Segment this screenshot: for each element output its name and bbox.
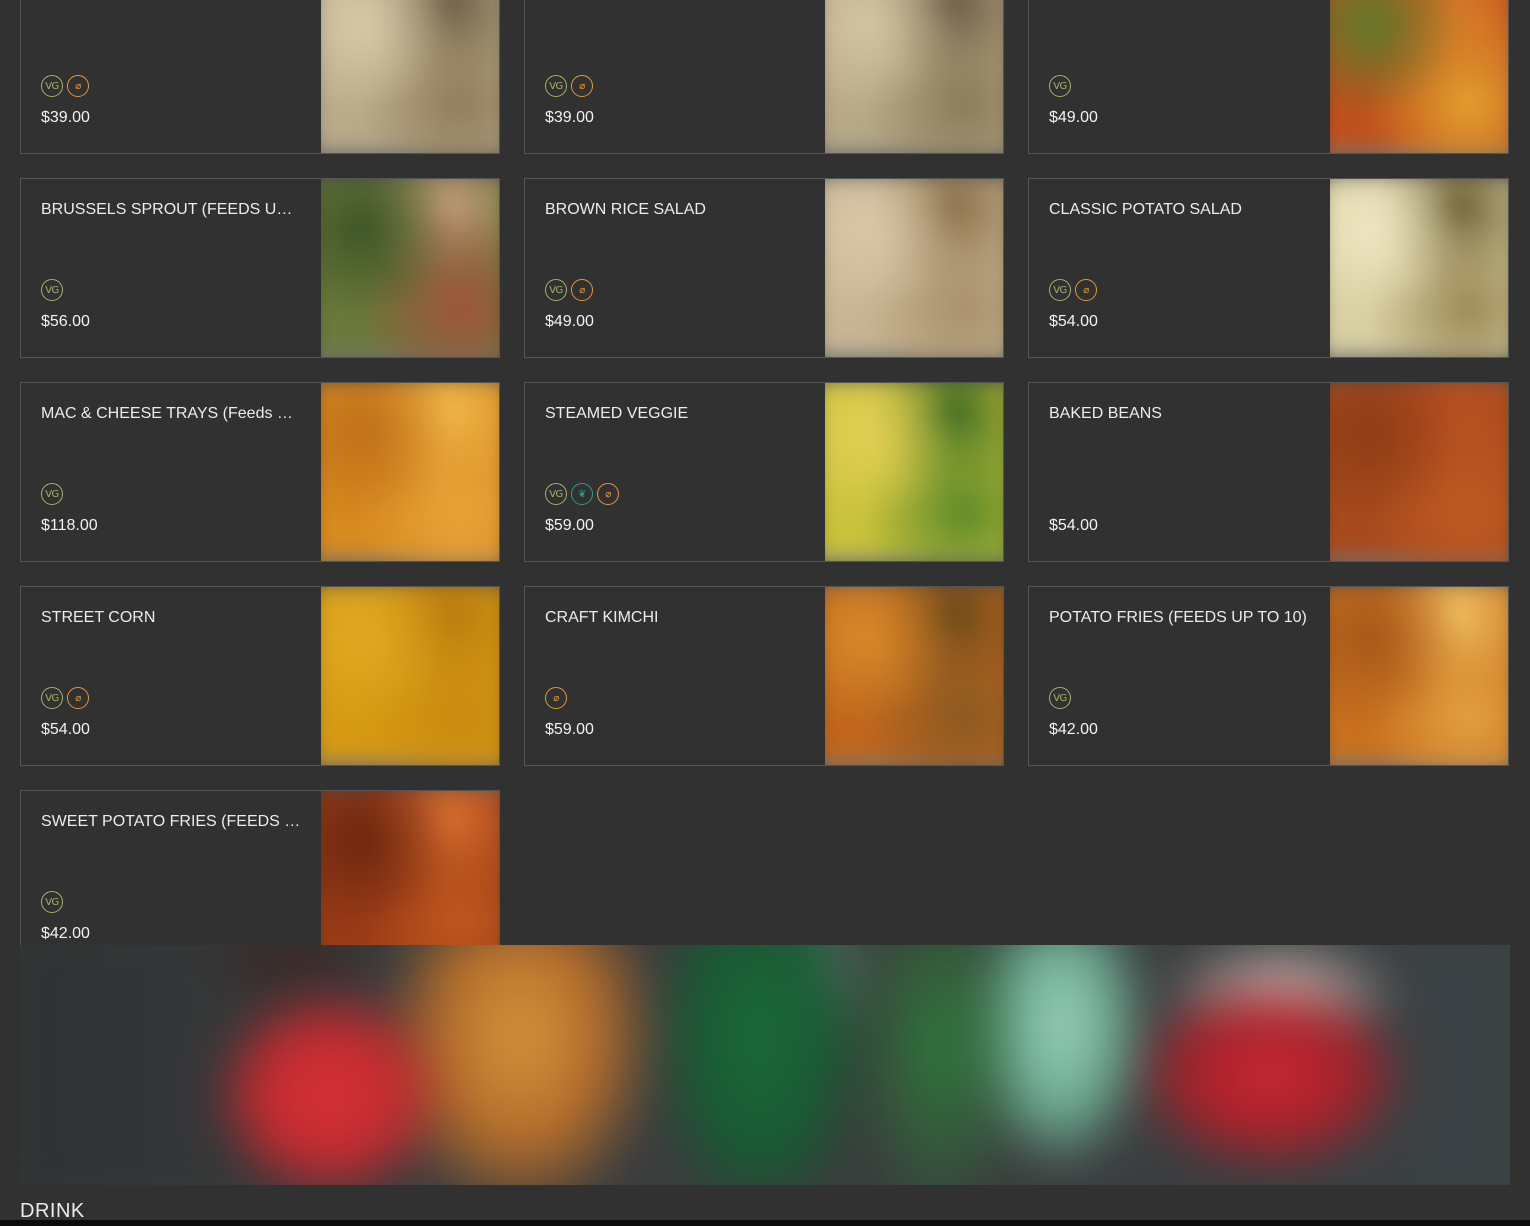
menu-item-name: MAC & CHEESE TRAYS (Feeds 9-10) [41, 405, 301, 422]
menu-item-name: CRAFT KIMCHI [545, 609, 659, 626]
menu-item-name: SWEET POTATO FRIES (FEEDS UP TO 10) [41, 813, 301, 830]
menu-item-name: STEAMED VEGGIE [545, 405, 689, 422]
vegetarian-icon: VG [1049, 75, 1071, 97]
vegetarian-icon: VG [41, 75, 63, 97]
gluten-free-icon: ⌀ [571, 75, 593, 97]
salad-photo [825, 0, 1003, 153]
menu-item-price: $59.00 [545, 721, 594, 738]
beans-photo [1330, 383, 1508, 561]
vegetarian-icon: VG [545, 75, 567, 97]
menu-item-price: $56.00 [41, 313, 90, 330]
gluten-free-icon: ⌀ [67, 687, 89, 709]
dietary-badges: VG ⌀ [545, 75, 593, 99]
menu-item-name: BRUSSELS SPROUT (FEEDS UP TO 10) [41, 201, 301, 218]
dietary-badges: VG [1049, 687, 1071, 711]
dietary-badges: VG [41, 483, 63, 507]
corn-photo [321, 587, 499, 765]
dietary-badges: VG ⌀ [1049, 279, 1097, 303]
dietary-badges: VG [41, 891, 63, 915]
fries-photo [1330, 587, 1508, 765]
menu-item-price: $42.00 [41, 925, 90, 942]
mac-cheese-photo [321, 383, 499, 561]
gluten-free-icon: ⌀ [67, 75, 89, 97]
gluten-free-icon: ⌀ [1075, 279, 1097, 301]
salad-photo [321, 0, 499, 153]
menu-item-card[interactable]: VG $49.00 [1028, 0, 1509, 154]
menu-item-card[interactable]: CRAFT KIMCHI ⌀ $59.00 [524, 586, 1004, 766]
vegetable-photo [1330, 0, 1508, 153]
menu-item-price: $49.00 [545, 313, 594, 330]
vegetarian-icon: VG [1049, 687, 1071, 709]
dietary-badges: VG ⌀ [41, 75, 89, 99]
menu-item-name: STREET CORN [41, 609, 156, 626]
vegetarian-icon: VG [41, 687, 63, 709]
menu-item-card[interactable]: BROWN RICE SALAD VG ⌀ $49.00 [524, 178, 1004, 358]
menu-item-price: $54.00 [1049, 517, 1098, 534]
dietary-badges: VG ❦ ⌀ [545, 483, 619, 507]
menu-item-card[interactable]: MAC & CHEESE TRAYS (Feeds 9-10) VG $118.00 [20, 382, 500, 562]
dietary-badges: ⌀ [545, 687, 567, 711]
menu-item-price: $54.00 [1049, 313, 1098, 330]
menu-item-card[interactable]: CLASSIC POTATO SALAD VG ⌀ $54.00 [1028, 178, 1509, 358]
menu-item-name: POTATO FRIES (FEEDS UP TO 10) [1049, 609, 1307, 626]
menu-item-name: CLASSIC POTATO SALAD [1049, 201, 1242, 218]
menu-item-name: BROWN RICE SALAD [545, 201, 706, 218]
menu-item-card[interactable]: BRUSSELS SPROUT (FEEDS UP TO 10) VG $56.00 [20, 178, 500, 358]
kimchi-photo [825, 587, 1003, 765]
potato-salad-photo [1330, 179, 1508, 357]
menu-item-card[interactable]: STREET CORN VG ⌀ $54.00 [20, 586, 500, 766]
menu-item-card[interactable]: SWEET POTATO FRIES (FEEDS UP TO 10) VG $42… [20, 790, 500, 970]
rice-salad-photo [825, 179, 1003, 357]
menu-item-price: $59.00 [545, 517, 594, 534]
menu-item-card[interactable]: POTATO FRIES (FEEDS UP TO 10) VG $42.00 [1028, 586, 1509, 766]
vegan-leaf-icon: ❦ [571, 483, 593, 505]
gluten-free-icon: ⌀ [571, 279, 593, 301]
vegetarian-icon: VG [545, 483, 567, 505]
menu-item-price: $39.00 [545, 109, 594, 126]
menu-item-name: BAKED BEANS [1049, 405, 1162, 422]
vegetarian-icon: VG [41, 483, 63, 505]
veggie-photo [825, 383, 1003, 561]
sweet-potato-fries-photo [321, 791, 499, 969]
menu-item-card[interactable]: STEAMED VEGGIE VG ❦ ⌀ $59.00 [524, 382, 1004, 562]
menu-item-card[interactable]: BAKED BEANS $54.00 [1028, 382, 1509, 562]
vegetarian-icon: VG [41, 891, 63, 913]
brussels-sprout-photo [321, 179, 499, 357]
menu-item-price: $118.00 [41, 517, 98, 534]
gluten-free-icon: ⌀ [597, 483, 619, 505]
dietary-badges: VG [41, 279, 63, 303]
menu-item-price: $49.00 [1049, 109, 1098, 126]
bottom-bar [0, 1220, 1530, 1226]
gluten-free-icon: ⌀ [545, 687, 567, 709]
menu-item-price: $54.00 [41, 721, 90, 738]
vegetarian-icon: VG [41, 279, 63, 301]
menu-grid: VG ⌀ $39.00 VG ⌀ $39.00 VG $49.00 BRUSSELS SPROU… [20, 0, 1510, 970]
banner-photo [20, 945, 1510, 1185]
menu-item-price: $42.00 [1049, 721, 1098, 738]
dietary-badges: VG ⌀ [41, 687, 89, 711]
vegetarian-icon: VG [1049, 279, 1071, 301]
menu-item-price: $39.00 [41, 109, 90, 126]
dietary-badges: VG [1049, 75, 1071, 99]
vegetarian-icon: VG [545, 279, 567, 301]
drinks-banner-image [20, 945, 1510, 1185]
menu-item-card[interactable]: VG ⌀ $39.00 [524, 0, 1004, 154]
dietary-badges: VG ⌀ [545, 279, 593, 303]
menu-item-card[interactable]: VG ⌀ $39.00 [20, 0, 500, 154]
